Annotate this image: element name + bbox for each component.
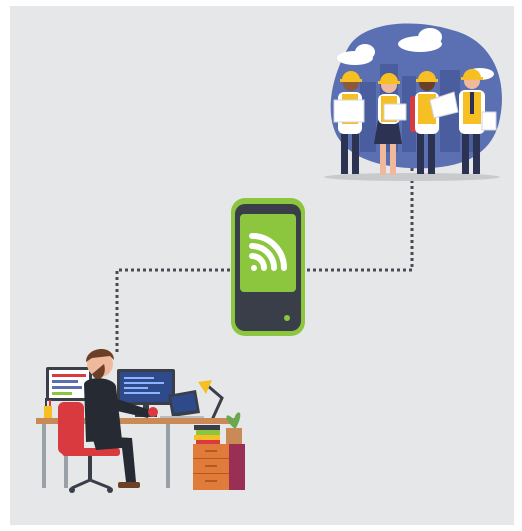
construction-crew [324,23,502,181]
nfc-device [231,198,305,336]
desk-lamp [198,380,224,422]
crew-shadow [324,173,500,181]
drawers [193,444,245,490]
plant [226,412,242,444]
connector-office-to-device [115,268,235,352]
diagram-canvas [36,23,502,493]
office-worker [36,348,245,493]
book-stack [194,425,220,444]
